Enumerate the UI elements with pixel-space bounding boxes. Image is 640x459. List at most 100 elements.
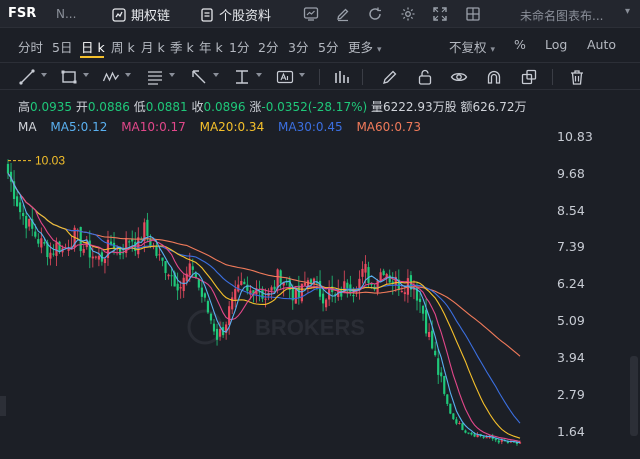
chart-settings-icon[interactable] <box>303 6 319 22</box>
candle-body <box>264 298 267 300</box>
symbol-label[interactable]: FSR <box>8 6 36 21</box>
period-intraday[interactable]: 分时 <box>18 37 43 56</box>
candle-body <box>382 270 385 276</box>
candle-body <box>464 430 467 433</box>
chevron-down-icon[interactable] <box>125 73 131 77</box>
chevron-down-icon: ▾ <box>377 45 382 55</box>
chevron-down-icon[interactable] <box>83 73 89 77</box>
candle-body <box>209 313 213 321</box>
arrow-icon[interactable] <box>190 68 208 86</box>
low-label: 低 <box>133 100 146 114</box>
candle-body <box>170 275 173 277</box>
auto-toggle[interactable]: Auto <box>587 37 616 52</box>
pencil-icon[interactable] <box>381 68 399 86</box>
options-chain-label: 期权链 <box>131 9 171 24</box>
candle-body <box>370 283 373 285</box>
moving-average-legend[interactable]: MA MA5:0.12 MA10:0.17 MA20:0.34 MA30:0.4… <box>18 120 431 134</box>
candle-body <box>346 282 349 289</box>
fullscreen-icon[interactable] <box>432 6 448 22</box>
eye-icon[interactable] <box>450 68 468 86</box>
adjust-select[interactable]: 不复权 ▾ <box>449 37 495 56</box>
candle-body <box>418 298 422 302</box>
period-daily-k[interactable]: 日 k <box>81 37 105 56</box>
candle-body <box>228 306 231 326</box>
chevron-down-icon[interactable]: ▾ <box>625 6 630 17</box>
candle-body <box>424 309 428 334</box>
candle-body <box>446 394 449 404</box>
candle-body <box>467 432 470 434</box>
volume-label: 量 <box>371 100 384 114</box>
gear-icon[interactable] <box>400 6 416 22</box>
lock-icon[interactable] <box>416 68 434 86</box>
price-tick-label: 10.83 <box>557 129 593 144</box>
scroll-right-handle[interactable] <box>630 356 638 436</box>
ma10-line <box>7 173 521 443</box>
period-more[interactable]: 更多 ▾ <box>348 37 382 56</box>
candle-body <box>94 256 97 258</box>
rectangle-icon[interactable] <box>60 68 78 86</box>
candlestick-chart[interactable]: BROKERS 10.03 <box>0 140 560 459</box>
candle-body <box>58 241 61 253</box>
period-3min[interactable]: 3分 <box>288 37 308 56</box>
chevron-down-icon[interactable] <box>169 73 175 77</box>
chevron-down-icon[interactable] <box>213 73 219 77</box>
text-note-icon[interactable] <box>276 68 294 86</box>
candle-body <box>55 242 58 256</box>
drawing-toolbar <box>0 62 640 90</box>
period-2min[interactable]: 2分 <box>258 37 278 56</box>
edit-icon[interactable] <box>335 6 351 22</box>
candle-body <box>440 372 443 377</box>
period-1min[interactable]: 1分 <box>229 37 249 56</box>
candle-body <box>91 256 94 259</box>
refresh-icon[interactable] <box>367 6 383 22</box>
candle-body <box>321 293 325 304</box>
ma5-line <box>7 173 521 443</box>
candle-body <box>273 286 276 290</box>
trend-line-icon[interactable] <box>18 68 36 86</box>
wave-pattern-icon[interactable] <box>102 68 120 86</box>
scroll-left-handle[interactable] <box>0 396 6 416</box>
candle-body <box>25 216 28 229</box>
period-monthly-k[interactable]: 月 k <box>141 37 165 56</box>
options-chain-button[interactable]: 期权链 <box>112 5 170 24</box>
period-weekly-k[interactable]: 周 k <box>111 37 135 56</box>
candle-body <box>364 263 367 273</box>
period-yearly-k[interactable]: 年 k <box>199 37 223 56</box>
period-5day[interactable]: 5日 <box>52 37 72 56</box>
candle-body <box>452 413 455 420</box>
ma20-value: MA20:0.34 <box>199 120 265 134</box>
top-bar: FSR N... 期权链 个股资料 未命名图表布... ▾ <box>0 0 640 28</box>
period-quarterly-k[interactable]: 季 k <box>170 37 194 56</box>
chevron-down-icon[interactable] <box>41 73 47 77</box>
stock-profile-button[interactable]: 个股资料 <box>200 5 271 24</box>
chart-layout-name[interactable]: 未命名图表布... <box>520 7 603 24</box>
candle-body <box>473 434 476 437</box>
indicator-bars-icon[interactable] <box>333 68 351 86</box>
candle-body <box>494 438 497 441</box>
price-range-icon[interactable] <box>233 68 251 86</box>
magnet-icon[interactable] <box>485 68 503 86</box>
percent-toggle[interactable]: % <box>514 37 526 52</box>
candle-body <box>212 323 216 332</box>
log-toggle[interactable]: Log <box>545 37 567 52</box>
ohlc-stats: 高0.0935 开0.0886 低0.0881 收0.0896 涨-0.0352… <box>18 98 526 115</box>
ma60-value: MA60:0.73 <box>356 120 422 134</box>
close-value: 0.0896 <box>203 100 246 114</box>
layout-grid-icon[interactable] <box>465 6 481 22</box>
fibonacci-icon[interactable] <box>146 68 164 86</box>
candle-body <box>443 376 446 394</box>
chevron-down-icon[interactable] <box>256 73 262 77</box>
period-5min[interactable]: 5分 <box>318 37 338 56</box>
price-chart[interactable]: BROKERS 10.03 10.83 9.68 8.54 7.39 6.24 5.09 3.… <box>0 129 640 459</box>
chevron-down-icon[interactable] <box>299 73 305 77</box>
candle-body <box>379 272 382 281</box>
trash-icon[interactable] <box>568 68 586 86</box>
document-icon <box>201 7 213 22</box>
candle-body <box>352 295 355 297</box>
ma5-value: MA5:0.12 <box>50 120 108 134</box>
candle-body <box>461 423 464 430</box>
layers-icon[interactable] <box>520 68 538 86</box>
ma-indicator-label[interactable]: MA <box>18 120 37 134</box>
max-price-marker-label: 10.03 <box>35 154 65 168</box>
price-tick-label: 1.64 <box>557 424 585 439</box>
